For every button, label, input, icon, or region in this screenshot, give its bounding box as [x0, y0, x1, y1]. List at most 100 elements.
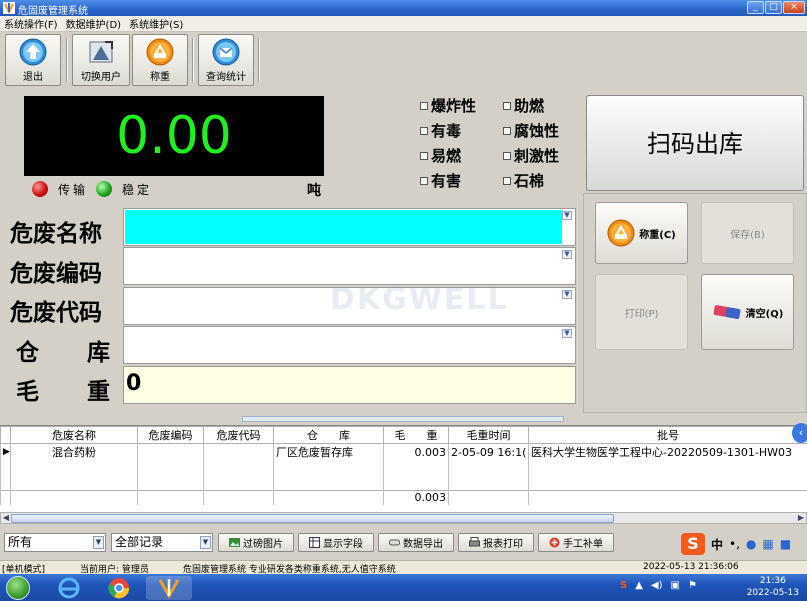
- transmit-indicator-icon: [32, 181, 48, 197]
- prop-oxidizing[interactable]: 助燃: [503, 95, 544, 116]
- warehouse-select[interactable]: ▼: [123, 326, 576, 364]
- prop-asbestos[interactable]: 石棉: [503, 170, 544, 191]
- start-button-icon[interactable]: [6, 576, 30, 600]
- export-data-button[interactable]: 数据导出: [378, 533, 454, 552]
- gross-weight-field[interactable]: 0: [123, 366, 576, 404]
- toolbar-separator: [66, 38, 68, 82]
- volume-icon[interactable]: ◀): [651, 580, 663, 591]
- waste-category-code-label: 危废代码: [10, 300, 102, 326]
- exit-button[interactable]: 退出: [5, 34, 61, 86]
- chevron-down-icon[interactable]: ▼: [562, 250, 572, 259]
- scroll-left-icon[interactable]: ◀: [1, 513, 11, 523]
- waste-name-select[interactable]: ▼: [123, 208, 576, 246]
- menu-system-ops[interactable]: 系统操作(F): [4, 16, 58, 31]
- chrome-browser-icon[interactable]: [100, 576, 138, 600]
- show-fields-button[interactable]: 显示字段: [298, 533, 374, 552]
- toolbar-separator: [192, 38, 194, 82]
- weigh-toolbar-button[interactable]: 称重: [132, 34, 188, 86]
- menu-system-maintenance[interactable]: 系统维护(S): [129, 16, 183, 31]
- bottom-toolbar: 所有 ▼ 全部记录 ▼ 过磅图片 显示字段 数据导出 报表打印 手工补单 S 中…: [0, 530, 807, 560]
- col-header-name[interactable]: 危废名称: [10, 426, 138, 444]
- save-button[interactable]: 保存(B): [701, 202, 794, 264]
- maximize-button[interactable]: □: [765, 1, 782, 14]
- ie-browser-icon[interactable]: [50, 576, 88, 600]
- close-button[interactable]: ×: [783, 1, 805, 14]
- horizontal-scrollbar[interactable]: ◀ ▶: [0, 512, 807, 524]
- record-filter-select[interactable]: 全部记录 ▼: [111, 533, 213, 552]
- taskbar-time: 21:36: [759, 576, 786, 586]
- sogou-ime-icon[interactable]: S: [681, 533, 705, 555]
- weigh-photo-button[interactable]: 过磅图片: [218, 533, 294, 552]
- prop-harmful[interactable]: 有害: [420, 170, 461, 191]
- taskbar-clock[interactable]: 21:36 2022-05-13: [747, 575, 799, 599]
- ime-menu-icon[interactable]: ■: [780, 537, 791, 551]
- prop-flammable[interactable]: 易燃: [420, 145, 461, 166]
- keyboard-icon[interactable]: ▦: [762, 537, 773, 551]
- prop-irritant[interactable]: 刺激性: [503, 145, 559, 166]
- manual-entry-button[interactable]: 手工补单: [538, 533, 614, 552]
- chevron-down-icon[interactable]: ▼: [93, 536, 104, 549]
- weight-value: 0.00: [116, 106, 232, 166]
- col-header-warehouse[interactable]: 仓 库: [273, 426, 384, 444]
- query-stats-icon: [212, 38, 240, 66]
- records-table: 危废名称 危废编码 危废代码 仓 库 毛 重 毛重时间 批号 ▶ 混合药粉 厂区…: [0, 425, 807, 512]
- cell-name: 混合药粉: [10, 443, 138, 460]
- checkbox-icon: [420, 126, 428, 135]
- chevron-down-icon[interactable]: ▼: [200, 536, 211, 549]
- weigh-label: 称重: [150, 72, 170, 83]
- gross-weight-value: 0: [126, 371, 142, 396]
- action-panel: 称重(C) 保存(B) 打印(P) 清空(Q): [583, 193, 807, 413]
- print-button[interactable]: 打印(P): [595, 274, 688, 350]
- input-method-bar[interactable]: S 中 •, ● ▦ ■: [681, 533, 791, 555]
- print-report-button[interactable]: 报表打印: [458, 533, 534, 552]
- printer-icon: [469, 537, 480, 547]
- collapse-panel-icon[interactable]: ‹: [792, 423, 807, 443]
- sogou-tray-icon[interactable]: S: [620, 580, 627, 591]
- scan-outbound-button[interactable]: 扫码出库: [586, 95, 804, 191]
- prop-corrosive[interactable]: 腐蚀性: [503, 120, 559, 141]
- checkbox-icon: [503, 151, 511, 160]
- col-header-code[interactable]: 危废编码: [137, 426, 204, 444]
- gross-weight-label: 毛 重: [16, 379, 111, 405]
- stable-label: 稳定: [122, 183, 153, 197]
- waste-app-taskbar-icon[interactable]: [146, 576, 192, 600]
- tray-expand-icon[interactable]: ▲: [635, 580, 643, 591]
- col-header-gross[interactable]: 毛 重: [383, 426, 449, 444]
- clear-button[interactable]: 清空(Q): [701, 274, 794, 350]
- status-bar: [单机模式] 当前用户: 管理员 危固废管理系统 专业研发各类称重系统,无人值守…: [0, 560, 807, 575]
- cell-gross-time: 2-05-09 16:1(: [448, 443, 529, 460]
- weigh-icon: [146, 38, 174, 66]
- row-indicator-header: [0, 426, 11, 444]
- waste-code-select[interactable]: ▼: [123, 247, 576, 285]
- weight-unit: 吨: [307, 183, 321, 199]
- table-row[interactable]: ▶ 混合药粉 厂区危废暂存库 0.003 2-05-09 16:1( 医科大学生…: [0, 443, 807, 460]
- table-row: [0, 475, 807, 490]
- cell-gross: 0.003: [383, 443, 449, 460]
- chevron-down-icon[interactable]: ▼: [562, 329, 572, 338]
- weigh-button[interactable]: 称重(C): [595, 202, 688, 264]
- switch-user-label: 切换用户: [81, 72, 121, 83]
- prop-toxic[interactable]: 有毒: [420, 120, 461, 141]
- splitter-handle[interactable]: [242, 416, 564, 422]
- microphone-icon[interactable]: ●: [746, 537, 756, 551]
- export-icon: [389, 539, 400, 546]
- scrollbar-thumb[interactable]: [11, 514, 614, 523]
- os-taskbar: S ▲ ◀) ▣ ⚑ 21:36 2022-05-13: [0, 574, 807, 601]
- checkbox-icon: [420, 151, 428, 160]
- network-icon[interactable]: ▣: [671, 580, 680, 591]
- chevron-down-icon[interactable]: ▼: [562, 290, 572, 299]
- ime-chinese-mode-icon[interactable]: 中: [711, 536, 723, 553]
- chevron-down-icon[interactable]: ▼: [562, 211, 572, 220]
- prop-explosive[interactable]: 爆炸性: [420, 95, 476, 116]
- scroll-right-icon[interactable]: ▶: [796, 513, 806, 523]
- flag-icon[interactable]: ⚑: [688, 580, 697, 591]
- ime-punctuation-icon[interactable]: •,: [729, 537, 740, 551]
- scope-filter-select[interactable]: 所有 ▼: [4, 533, 106, 552]
- query-stats-button[interactable]: 查询统计: [198, 34, 254, 86]
- col-header-gross-time[interactable]: 毛重时间: [448, 426, 529, 444]
- menu-data-maintenance[interactable]: 数据维护(D): [66, 16, 122, 31]
- col-header-batch[interactable]: 批号: [528, 426, 807, 444]
- switch-user-button[interactable]: 切换用户: [72, 34, 130, 86]
- col-header-waste-code[interactable]: 危废代码: [203, 426, 274, 444]
- minimize-button[interactable]: _: [747, 1, 764, 14]
